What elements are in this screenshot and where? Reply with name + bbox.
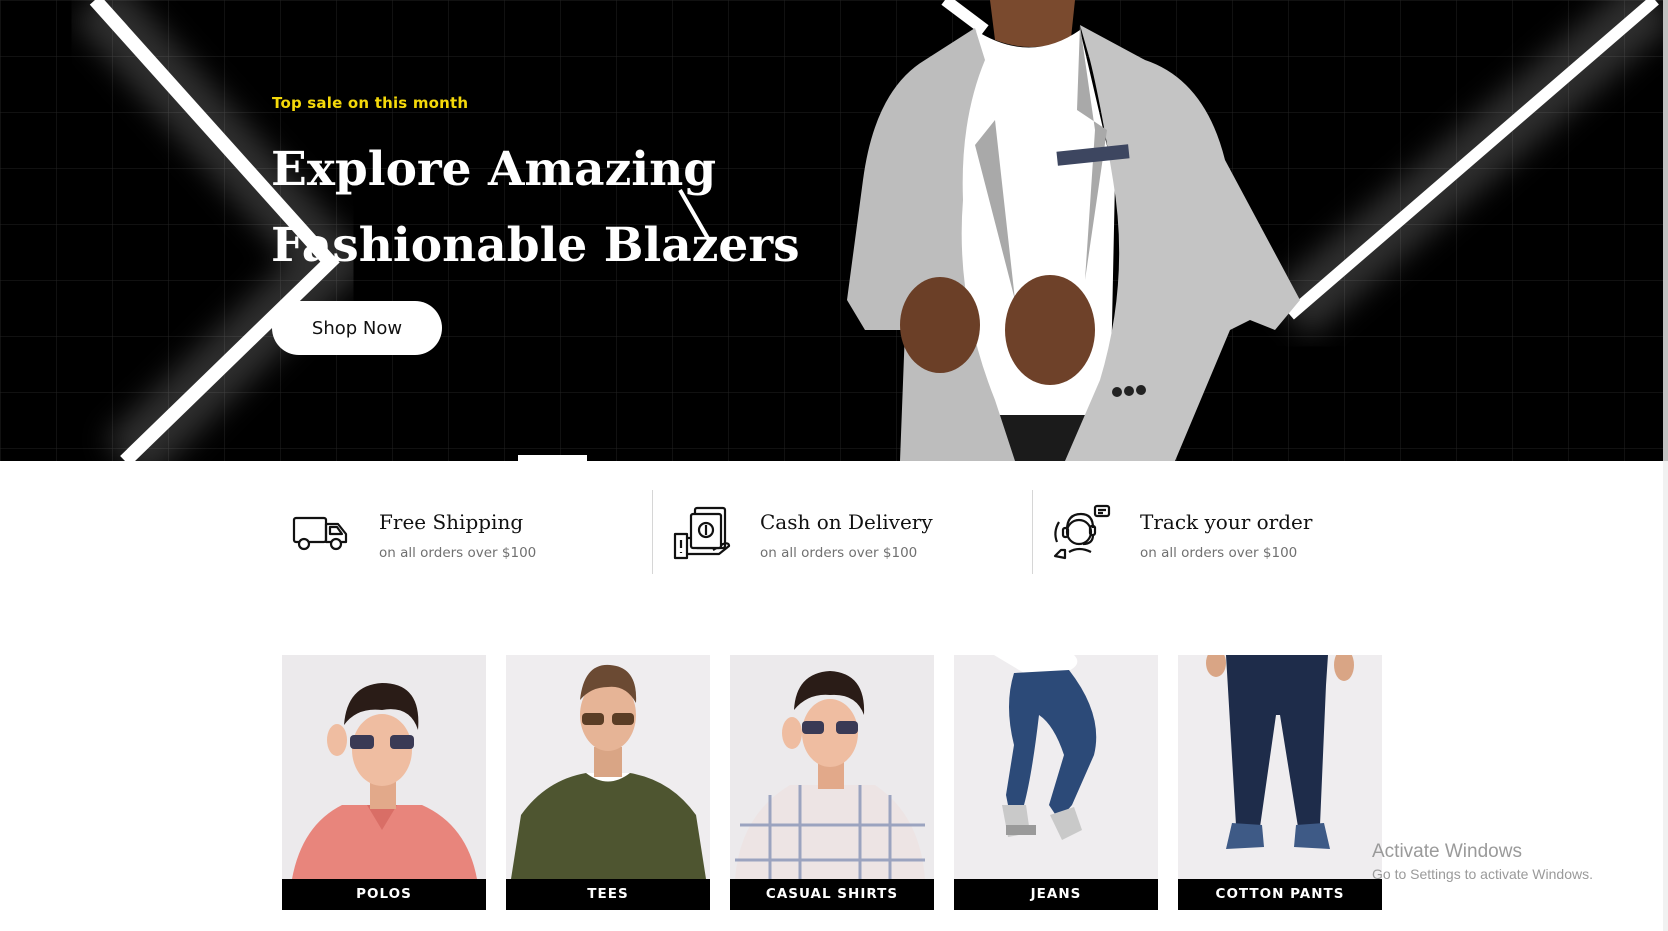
feature-text: Track your order on all orders over $100	[1140, 510, 1312, 561]
slider-indicator[interactable]	[518, 455, 587, 461]
feature-cash-on-delivery: Cash on Delivery on all orders over $100	[652, 490, 1032, 574]
hero-banner: Top sale on this month Explore Amazing F…	[0, 0, 1663, 461]
category-card-casual-shirts[interactable]: CASUAL SHIRTS	[730, 655, 934, 910]
category-image-polos	[282, 655, 486, 879]
customer-support-icon	[1053, 504, 1111, 560]
windows-activation-watermark: Activate Windows Go to Settings to activ…	[1372, 841, 1593, 882]
shop-now-button[interactable]: Shop Now	[272, 301, 442, 355]
category-grid: POLOS TEES CASUAL SHIRTS JEANS COTTON PA…	[282, 655, 1382, 910]
features-strip: Free Shipping on all orders over $100 Ca…	[272, 490, 1412, 574]
feature-free-shipping: Free Shipping on all orders over $100	[272, 490, 652, 574]
cash-payment-icon	[673, 506, 731, 560]
hero-background-neon	[0, 0, 1663, 461]
watermark-subtitle: Go to Settings to activate Windows.	[1372, 866, 1593, 882]
feature-text: Cash on Delivery on all orders over $100	[760, 510, 933, 561]
watermark-title: Activate Windows	[1372, 841, 1522, 862]
hero-title-line1: Explore Amazing	[271, 142, 717, 197]
category-label: JEANS	[954, 879, 1158, 910]
category-label: CASUAL SHIRTS	[730, 879, 934, 910]
hero-model-image	[847, 0, 1300, 461]
category-label: COTTON PANTS	[1178, 879, 1382, 910]
delivery-truck-icon	[292, 516, 348, 551]
feature-subtitle: on all orders over $100	[1140, 545, 1298, 561]
category-image-tees	[506, 655, 710, 879]
feature-text: Free Shipping on all orders over $100	[379, 510, 536, 561]
category-card-tees[interactable]: TEES	[506, 655, 710, 910]
category-image-jeans	[954, 655, 1158, 879]
hero-eyebrow: Top sale on this month	[272, 94, 469, 112]
hero-title-line2: Fashionable Blazers	[271, 218, 800, 273]
feature-track-order: Track your order on all orders over $100	[1032, 490, 1412, 574]
category-label: TEES	[506, 879, 710, 910]
category-card-cotton-pants[interactable]: COTTON PANTS	[1178, 655, 1382, 910]
category-image-cotton-pants	[1178, 655, 1382, 879]
category-card-jeans[interactable]: JEANS	[954, 655, 1158, 910]
category-card-polos[interactable]: POLOS	[282, 655, 486, 910]
feature-title: Track your order	[1140, 510, 1313, 534]
category-label: POLOS	[282, 879, 486, 910]
hero-title: Explore Amazing Fashionable Blazers	[271, 132, 831, 284]
category-image-casual-shirts	[730, 655, 934, 879]
feature-title: Free Shipping	[379, 510, 524, 534]
feature-subtitle: on all orders over $100	[760, 545, 918, 561]
feature-title: Cash on Delivery	[760, 510, 933, 534]
feature-subtitle: on all orders over $100	[379, 545, 537, 561]
scrollbar-thumb[interactable]	[1663, 0, 1668, 461]
